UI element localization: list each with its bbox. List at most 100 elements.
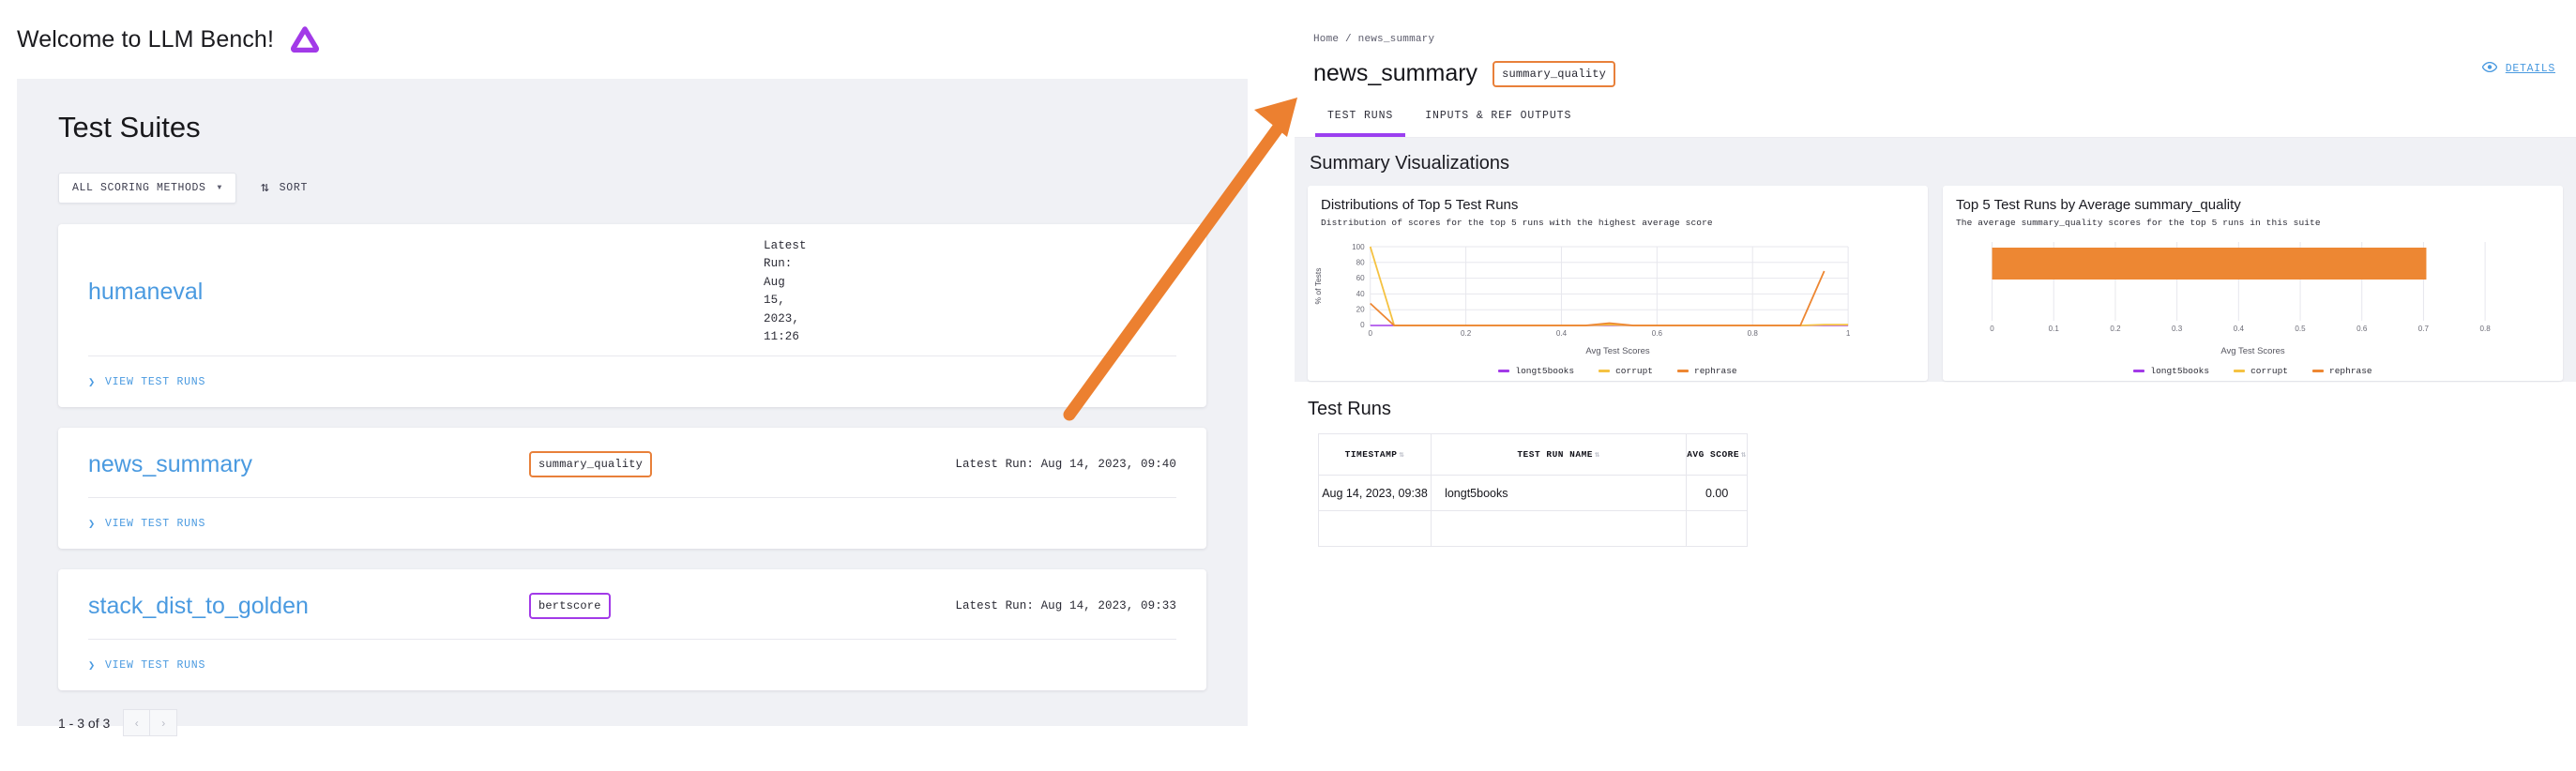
legend-item-rephrase: rephrase [2312, 366, 2372, 376]
chart-legend: longt5books corrupt rephrase [1308, 366, 1928, 376]
suite-card-news-summary[interactable]: news_summary summary_quality Latest Run:… [58, 428, 1206, 550]
detail-scoring-method-chip: summary_quality [1493, 60, 1616, 87]
test-runs-section-title: Test Runs [1308, 399, 1391, 419]
tab-inputs-ref-outputs[interactable]: INPUTS & REF OUTPUTS [1413, 108, 1583, 137]
legend-swatch-icon [1498, 370, 1510, 372]
suite-latest-run: Latest Run: Aug 14, 2023, 09:33 [955, 598, 1176, 612]
svg-text:0.8: 0.8 [1748, 329, 1759, 338]
suite-latest-run: Latest Run: Aug 15, 2023, 11:26 [764, 239, 807, 343]
column-header-label: TIMESTAMP [1344, 449, 1398, 460]
scoring-method-filter[interactable]: ALL SCORING METHODS ▼ [58, 173, 236, 204]
legend-label: corrupt [2250, 366, 2289, 376]
svg-text:60: 60 [1356, 274, 1366, 282]
legend-item-rephrase: rephrase [1677, 366, 1737, 376]
sort-arrows-icon: ⇅ [1594, 450, 1600, 460]
table-row[interactable] [1317, 510, 1748, 547]
column-header-timestamp[interactable]: TIMESTAMP ⇅ [1317, 433, 1432, 476]
details-button-label: DETAILS [2505, 63, 2555, 75]
svg-text:0.6: 0.6 [2356, 325, 2368, 333]
cell-test-run-name: longt5books [1431, 475, 1688, 511]
legend-label: longt5books [1515, 366, 1575, 376]
column-header-label: AVG SCORE [1687, 449, 1740, 460]
chevron-down-icon: ▼ [217, 184, 222, 192]
suites-toolbar: ALL SCORING METHODS ▼ ⇅ SORT [58, 173, 1206, 204]
column-header-avg-score[interactable]: AVG SCORE ⇅ [1686, 433, 1748, 476]
table-body: Aug 14, 2023, 09:38 longt5books 0.00 [1317, 475, 1748, 547]
line-chart-plot: 100 80 60 40 20 0 0 0.2 0.4 0.6 0.8 1 % … [1308, 227, 1928, 340]
legend-item-corrupt: corrupt [1599, 366, 1653, 376]
suite-name-link[interactable]: news_summary [88, 451, 529, 478]
suite-card-stack-dist-to-golden[interactable]: stack_dist_to_golden bertscore Latest Ru… [58, 569, 1206, 691]
suite-chip-area: summary_quality [529, 451, 764, 478]
pagination-next-button[interactable]: › [150, 709, 178, 737]
welcome-title: Welcome to LLM Bench! [17, 25, 274, 53]
chart-xaxis-label: Avg Test Scores [2220, 346, 2285, 356]
details-button[interactable]: DETAILS [2481, 61, 2555, 76]
chart-title: Top 5 Test Runs by Average summary_quali… [1956, 197, 2241, 213]
svg-text:20: 20 [1356, 305, 1366, 313]
chevron-right-icon: ❯ [88, 658, 96, 673]
legend-swatch-icon [2133, 370, 2145, 372]
column-header-label: TEST RUN NAME [1517, 449, 1593, 460]
view-test-runs-label: VIEW TEST RUNS [104, 658, 206, 672]
breadcrumb-separator: / [1345, 34, 1352, 45]
scoring-method-filter-label: ALL SCORING METHODS [72, 182, 206, 194]
chevron-right-icon: ❯ [88, 517, 96, 531]
breadcrumb: Home / news_summary [1295, 0, 2576, 45]
sort-arrows-icon: ⇅ [260, 180, 270, 196]
sort-arrows-icon: ⇅ [1399, 450, 1405, 460]
pagination-range: 1 - 3 of 3 [58, 715, 111, 731]
triangle-logo-icon [291, 26, 319, 53]
chevron-left-icon: ‹ [134, 716, 139, 730]
breadcrumb-current: news_summary [1357, 34, 1435, 45]
chart-xaxis-label: Avg Test Scores [1585, 346, 1650, 356]
legend-swatch-icon [1599, 370, 1611, 372]
svg-text:0.5: 0.5 [2295, 325, 2306, 333]
sort-button[interactable]: ⇅ SORT [261, 181, 308, 195]
tab-test-runs[interactable]: TEST RUNS [1315, 108, 1406, 137]
detail-page-title: news_summary [1313, 60, 1478, 86]
bar-chart-plot: 0 0.1 0.2 0.3 0.4 0.5 0.6 0.7 0.8 [1943, 227, 2563, 340]
suite-name-link[interactable]: humaneval [88, 279, 529, 306]
legend-item-corrupt: corrupt [2234, 366, 2288, 376]
view-test-runs-button[interactable]: ❯ VIEW TEST RUNS [88, 498, 1176, 549]
svg-text:0.8: 0.8 [2480, 325, 2492, 333]
table-header-row: TIMESTAMP ⇅ TEST RUN NAME ⇅ AVG SCORE ⇅ [1317, 433, 1748, 476]
legend-label: rephrase [2329, 366, 2372, 376]
chart-card-distributions: Distributions of Top 5 Test Runs Distrib… [1308, 186, 1928, 381]
view-test-runs-button[interactable]: ❯ VIEW TEST RUNS [88, 356, 1176, 407]
cell-avg-score: 0.00 [1686, 475, 1748, 511]
breadcrumb-home-link[interactable]: Home [1313, 34, 1339, 45]
scoring-method-chip: bertscore [529, 593, 611, 620]
svg-text:0.4: 0.4 [1556, 329, 1568, 338]
suite-card-header: humaneval Latest Run: Aug 15, 2023, 11:2… [88, 224, 1176, 355]
suite-card-humaneval[interactable]: humaneval Latest Run: Aug 15, 2023, 11:2… [58, 224, 1206, 408]
svg-text:0.2: 0.2 [2110, 325, 2121, 333]
legend-label: corrupt [1615, 366, 1654, 376]
svg-text:1: 1 [1846, 329, 1851, 338]
legend-label: rephrase [1694, 366, 1737, 376]
legend-label: longt5books [2150, 366, 2210, 376]
table-row[interactable]: Aug 14, 2023, 09:38 longt5books 0.00 [1317, 475, 1748, 511]
view-test-runs-button[interactable]: ❯ VIEW TEST RUNS [88, 640, 1176, 690]
svg-text:0.2: 0.2 [1461, 329, 1472, 338]
pagination-prev-button[interactable]: ‹ [123, 709, 151, 737]
scoring-method-chip: summary_quality [529, 451, 653, 478]
detail-title-row: news_summary summary_quality DETAILS [1295, 45, 2576, 87]
summary-visualizations-title: Summary Visualizations [1310, 153, 1510, 174]
suite-name-link[interactable]: stack_dist_to_golden [88, 593, 529, 620]
cell-timestamp [1317, 510, 1432, 547]
cell-timestamp: Aug 14, 2023, 09:38 [1317, 475, 1432, 511]
svg-text:0: 0 [1360, 321, 1365, 329]
svg-text:0.6: 0.6 [1652, 329, 1663, 338]
welcome-header: Welcome to LLM Bench! [0, 0, 1248, 79]
chevron-right-icon: ❯ [88, 375, 96, 389]
column-header-test-run-name[interactable]: TEST RUN NAME ⇅ [1431, 433, 1688, 476]
svg-text:100: 100 [1352, 243, 1365, 251]
suite-latest-run: Latest Run: Aug 14, 2023, 09:40 [955, 457, 1176, 471]
svg-text:0.1: 0.1 [2049, 325, 2060, 333]
svg-text:0.3: 0.3 [2172, 325, 2183, 333]
svg-text:80: 80 [1356, 259, 1366, 267]
cell-test-run-name [1431, 510, 1688, 547]
svg-text:0: 0 [1990, 325, 1994, 333]
